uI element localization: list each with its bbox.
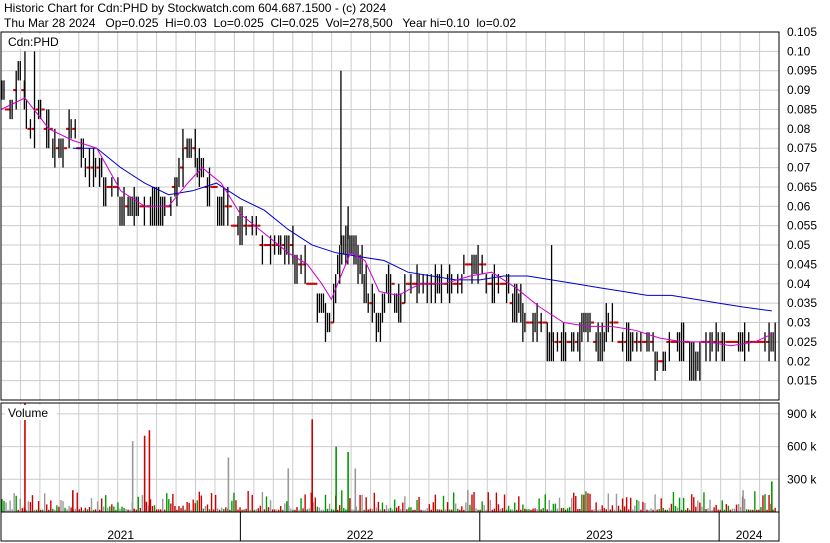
price-tick-label: 0.075 — [787, 141, 817, 155]
price-tick-label: 0.015 — [787, 374, 817, 388]
stock-chart: 0.105 0.10 0.095 0.09 0.085 0.08 0.075 0.07 0.06… — [0, 25, 817, 542]
volume-tick-label: 300 k — [787, 472, 817, 486]
flat-tick — [391, 282, 395, 285]
flat-tick — [41, 108, 45, 111]
volume-panel-label: Volume — [8, 406, 48, 420]
price-tick-label: 0.095 — [787, 64, 817, 78]
volume-tick-label: 900 k — [787, 407, 817, 421]
price-tick-label: 0.055 — [787, 219, 817, 233]
price-tick-label: 0.05 — [787, 238, 811, 252]
price-tick-label: 0.045 — [787, 257, 817, 271]
year-tick-label: 2024 — [736, 528, 763, 542]
price-tick-label: 0.03 — [787, 316, 811, 330]
volume-tick-label: 600 k — [787, 440, 817, 454]
flat-tick — [257, 224, 261, 227]
year-tick-label: 2022 — [347, 528, 374, 542]
price-panel-label: Cdn:PHD — [8, 35, 59, 49]
flat-tick — [214, 185, 218, 188]
price-tick-label: 0.09 — [787, 83, 811, 97]
price-tick-label: 0.08 — [787, 122, 811, 136]
flat-tick — [591, 321, 595, 324]
flat-tick — [314, 282, 318, 285]
price-tick-label: 0.025 — [787, 335, 817, 349]
price-tick-label: 0.035 — [787, 296, 817, 310]
flat-tick — [64, 147, 68, 150]
year-tick-label: 2023 — [586, 528, 613, 542]
price-tick-label: 0.105 — [787, 25, 817, 39]
price-tick-label: 0.065 — [787, 180, 817, 194]
short-moving-average — [0, 97, 773, 347]
long-moving-average — [72, 147, 772, 312]
flat-tick — [615, 321, 619, 324]
flat-tick — [483, 263, 487, 266]
price-tick-label: 0.04 — [787, 277, 811, 291]
moving-averages — [0, 97, 773, 347]
price-tick-label: 0.085 — [787, 102, 817, 116]
price-tick-label: 0.10 — [787, 44, 811, 58]
price-tick-label: 0.02 — [787, 354, 811, 368]
price-tick-label: 0.06 — [787, 199, 811, 213]
year-tick-label: 2021 — [107, 528, 134, 542]
grid — [0, 31, 780, 512]
price-tick-label: 0.07 — [787, 161, 811, 175]
flat-tick — [228, 205, 232, 208]
